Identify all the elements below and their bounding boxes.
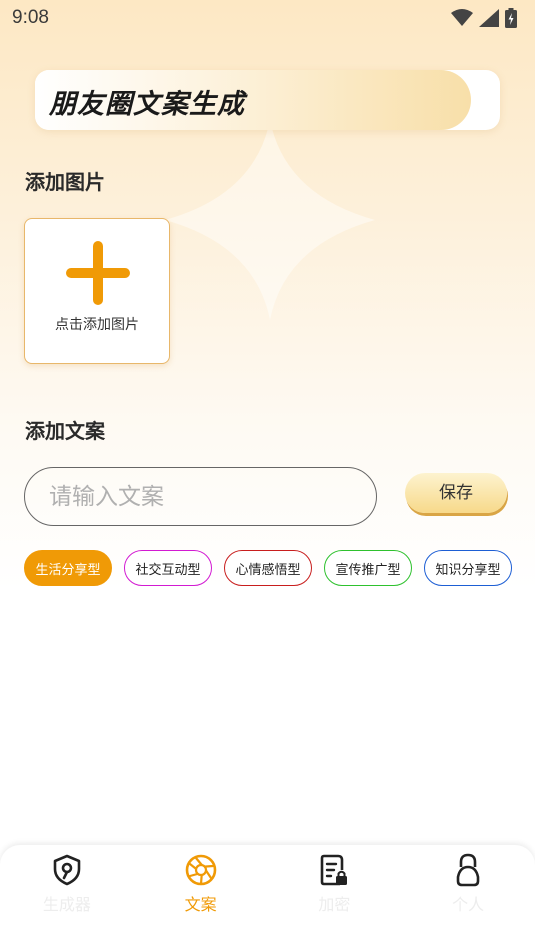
nav-label-encrypt: 加密 (318, 895, 351, 914)
nav-item-copy[interactable]: 文案 (134, 845, 268, 951)
tag-social-interaction[interactable]: 社交互动型 (124, 550, 212, 586)
locked-document-icon (321, 854, 348, 886)
battery-icon (505, 8, 517, 28)
bottom-nav: 生成器 文案 加密 个人 (0, 845, 535, 951)
save-button-label: 保存 (439, 482, 473, 503)
status-time: 9:08 (12, 7, 49, 28)
tag-life-share[interactable]: 生活分享型 (24, 550, 112, 586)
nav-label-profile: 个人 (452, 895, 485, 914)
status-icons (451, 8, 517, 28)
shield-icon (53, 854, 81, 886)
status-bar: 9:08 (0, 0, 535, 36)
tag-knowledge-share[interactable]: 知识分享型 (424, 550, 512, 586)
person-lock-icon (456, 853, 480, 887)
image-section-title: 添加图片 (25, 170, 105, 194)
decorative-star-icon (165, 120, 375, 320)
aperture-icon (185, 854, 216, 886)
nav-item-profile[interactable]: 个人 (401, 845, 535, 951)
title-card: 朋友圈文案生成 (35, 70, 500, 130)
nav-label-copy: 文案 (184, 895, 217, 914)
copy-input[interactable] (24, 467, 377, 526)
signal-icon (479, 9, 499, 27)
add-image-label: 点击添加图片 (55, 317, 139, 333)
save-button[interactable]: 保存 (405, 473, 507, 513)
plus-icon (66, 241, 130, 305)
tag-mood-insight[interactable]: 心情感悟型 (224, 550, 312, 586)
page-title: 朋友圈文案生成 (49, 89, 245, 120)
tag-promotion[interactable]: 宣传推广型 (324, 550, 412, 586)
tag-list: 生活分享型 社交互动型 心情感悟型 宣传推广型 知识分享型 (24, 550, 512, 586)
nav-item-encrypt[interactable]: 加密 (268, 845, 402, 951)
add-image-button[interactable]: 点击添加图片 (24, 218, 170, 364)
nav-label-generator: 生成器 (42, 895, 91, 914)
copy-section-title: 添加文案 (25, 419, 105, 443)
wifi-icon (451, 9, 473, 26)
nav-item-generator[interactable]: 生成器 (0, 845, 134, 951)
